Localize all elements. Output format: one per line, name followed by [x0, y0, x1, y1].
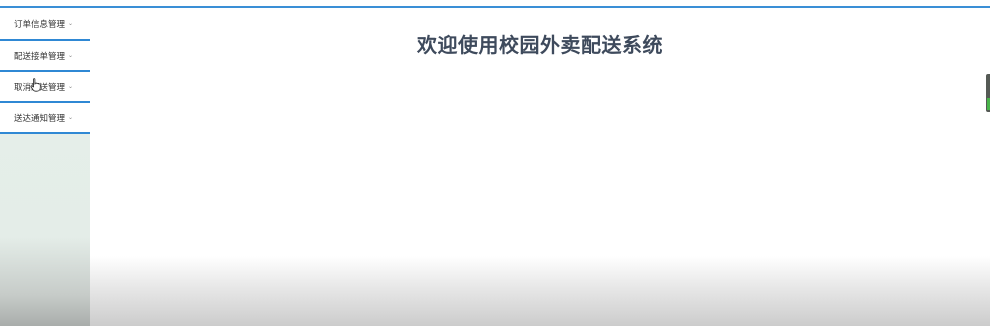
sidebar-item-label: 订单信息管理: [14, 19, 66, 30]
chevron-down-icon: ⌄: [68, 82, 74, 90]
sidebar-item-delivery-accept[interactable]: 配送接单管理 ⌄: [0, 41, 90, 72]
sidebar-item-label: 取消配送管理: [14, 82, 66, 93]
sidebar: 订单信息管理 ⌄ 配送接单管理 ⌄ 取消配送管理 ⌄ 送达通知管理 ⌄: [0, 8, 90, 326]
sidebar-item-label: 配送接单管理: [14, 51, 66, 62]
sidebar-item-order-info[interactable]: 订单信息管理 ⌄: [0, 8, 90, 41]
sidebar-item-label: 送达通知管理: [14, 113, 66, 124]
main-content: 欢迎使用校园外卖配送系统: [90, 8, 990, 326]
sidebar-item-delivery-notify[interactable]: 送达通知管理 ⌄: [0, 103, 90, 134]
chevron-down-icon: ⌄: [68, 113, 74, 121]
chevron-down-icon: ⌄: [68, 51, 74, 59]
chevron-down-icon: ⌄: [68, 19, 74, 27]
sidebar-item-cancel-delivery[interactable]: 取消配送管理 ⌄: [0, 72, 90, 103]
page-title: 欢迎使用校园外卖配送系统: [417, 33, 663, 58]
